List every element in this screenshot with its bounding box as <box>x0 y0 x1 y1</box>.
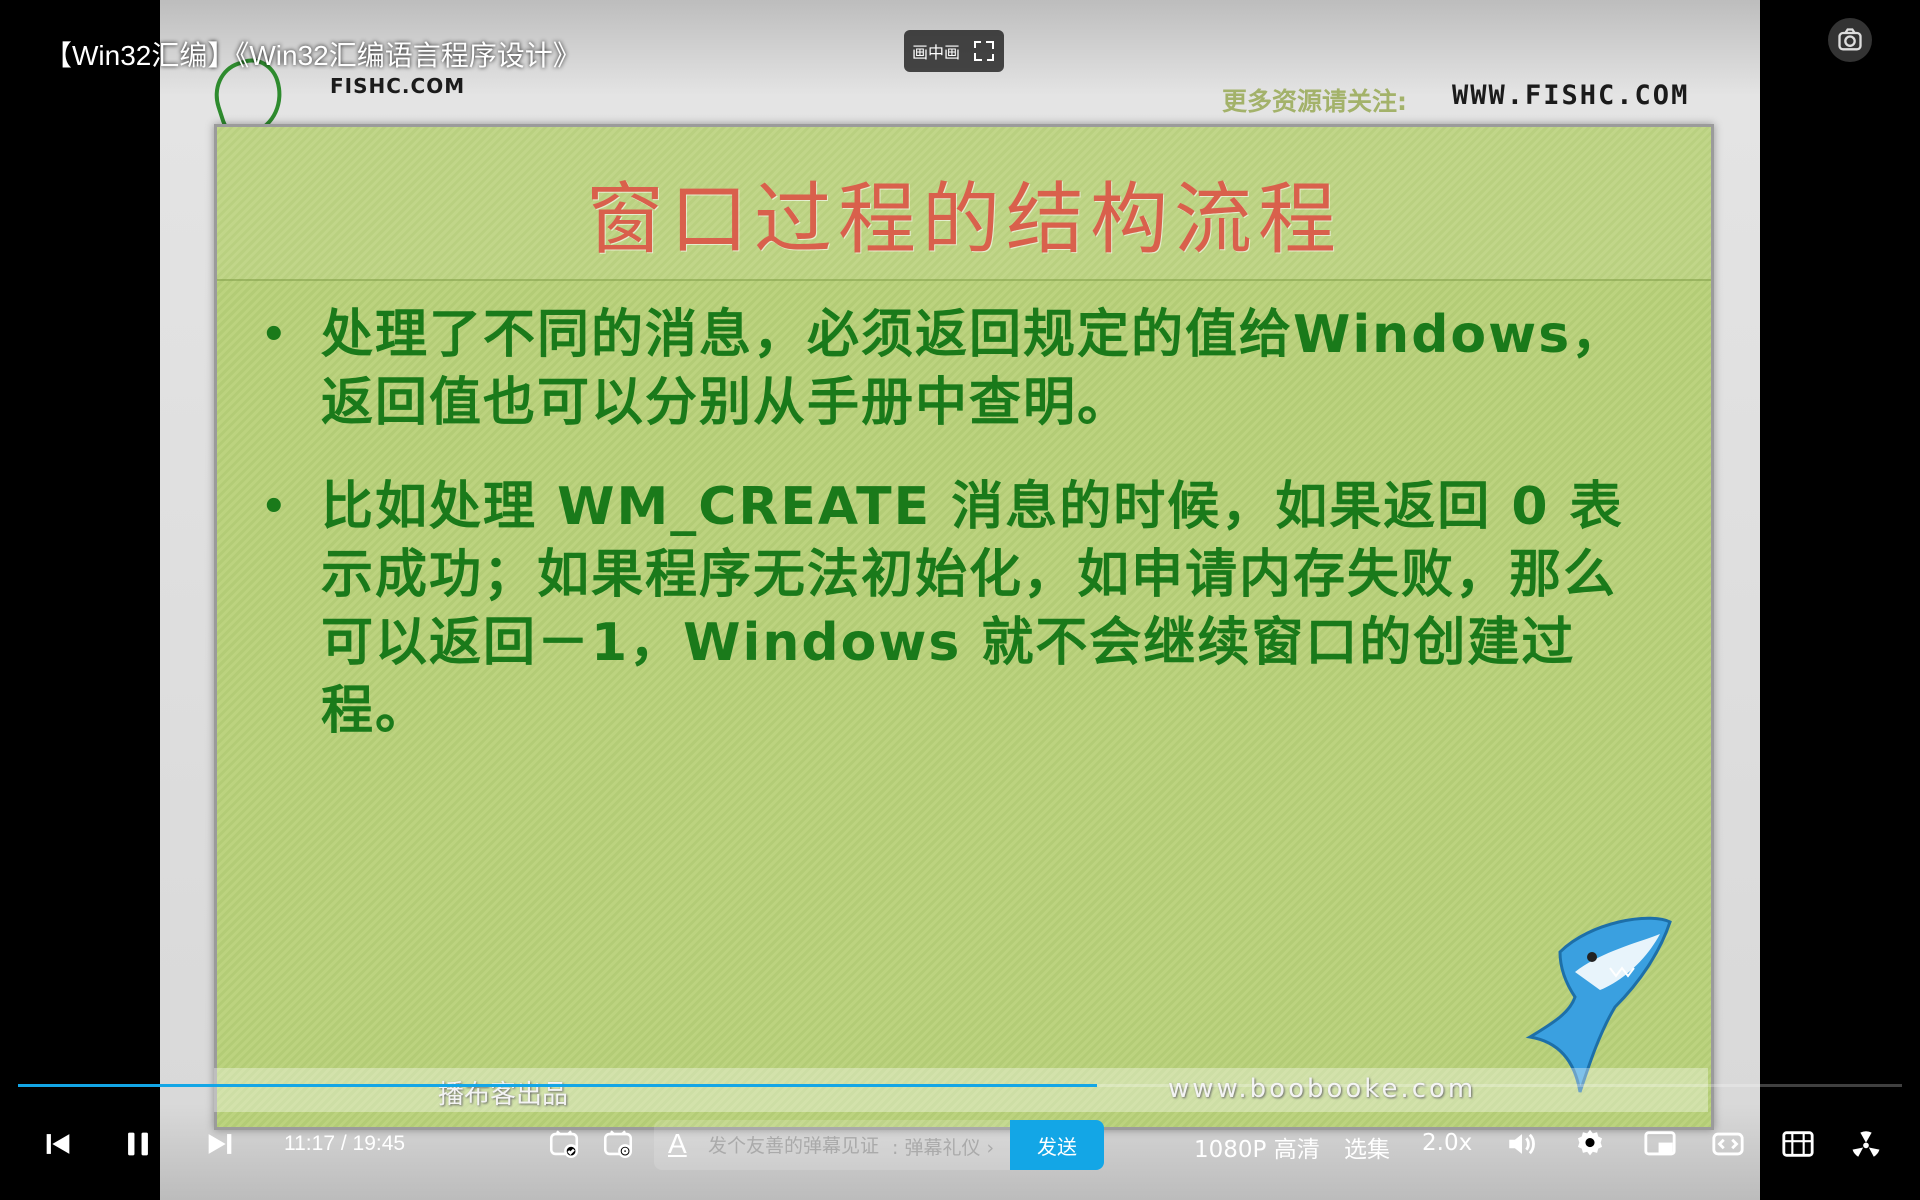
promo-label: 更多资源请关注: <box>1222 87 1407 116</box>
pip-exit-icon <box>974 41 994 61</box>
time-separator: / <box>340 1132 347 1155</box>
send-button[interactable]: 发送 <box>1010 1120 1104 1170</box>
pip-label: 画中画 <box>911 43 960 62</box>
video-player[interactable]: FISHC.COM 更多资源请关注: WWW.FISHC.COM 窗口过程的结构… <box>0 0 1920 1200</box>
time-display: 11:17 / 19:45 <box>284 1132 405 1156</box>
video-title: 【Win32汇编】《Win32汇编语言程序设计》 <box>44 40 581 71</box>
next-icon[interactable] <box>200 1124 240 1164</box>
slide-board: 窗口过程的结构流程 • 处理了不同的消息，必须返回规定的值给Windows，返回… <box>214 124 1714 1130</box>
settings-gear-icon[interactable] <box>1570 1124 1610 1164</box>
control-bar: 11:17 / 19:45 A : 弹幕礼仪 › 发送 1080P 高清 选集 … <box>0 1110 1920 1180</box>
volume-icon[interactable] <box>1502 1124 1542 1164</box>
progress-bar[interactable] <box>18 1084 1902 1087</box>
danmaku-style-icon[interactable]: A <box>668 1128 698 1162</box>
progress-bar-fill <box>18 1084 1098 1087</box>
studio-url: www.boobooke.com <box>1168 1074 1477 1104</box>
slide-bullet: • 比如处理 WM_CREATE 消息的时候，如果返回 0 表示成功；如果程序无… <box>261 473 1661 745</box>
bullet-dot: • <box>261 312 289 358</box>
pip-button[interactable]: 画中画 <box>904 30 1004 72</box>
danmaku-settings-icon[interactable] <box>598 1124 638 1164</box>
danmaku-etiquette-link[interactable]: : 弹幕礼仪 › <box>892 1133 994 1160</box>
quality-selector[interactable]: 1080P 高清 <box>1194 1130 1320 1164</box>
episodes-button[interactable]: 选集 <box>1344 1130 1390 1164</box>
fishc-logo-text: FISHC.COM <box>330 74 466 98</box>
bullet-text: 处理了不同的消息，必须返回规定的值给Windows，返回值也可以分别从手册中查明… <box>321 305 1626 433</box>
bullet-dot: • <box>261 484 289 530</box>
radiation-icon[interactable] <box>1846 1124 1886 1164</box>
speed-selector[interactable]: 2.0x <box>1422 1130 1472 1156</box>
time-total: 19:45 <box>352 1132 406 1155</box>
web-fullscreen-icon[interactable] <box>1708 1124 1748 1164</box>
pause-icon[interactable] <box>118 1124 158 1164</box>
bullet-text: 比如处理 WM_CREATE 消息的时候，如果返回 0 表示成功；如果程序无法初… <box>321 477 1624 741</box>
slide-bullet: • 处理了不同的消息，必须返回规定的值给Windows，返回值也可以分别从手册中… <box>261 301 1661 437</box>
slide-title: 窗口过程的结构流程 <box>585 175 1342 265</box>
time-current: 11:17 <box>284 1132 335 1155</box>
mini-player-icon[interactable] <box>1640 1124 1680 1164</box>
studio-credit: 播布客出品 <box>438 1080 569 1110</box>
fullscreen-icon[interactable] <box>1778 1124 1818 1164</box>
danmaku-composer: A : 弹幕礼仪 › 发送 <box>654 1120 1104 1170</box>
video-frame[interactable]: FISHC.COM 更多资源请关注: WWW.FISHC.COM 窗口过程的结构… <box>160 0 1760 1200</box>
danmaku-toggle-icon[interactable] <box>544 1124 584 1164</box>
promo-url: WWW.FISHC.COM <box>1452 80 1690 111</box>
screenshot-icon[interactable] <box>1828 18 1872 62</box>
previous-icon[interactable] <box>38 1124 78 1164</box>
